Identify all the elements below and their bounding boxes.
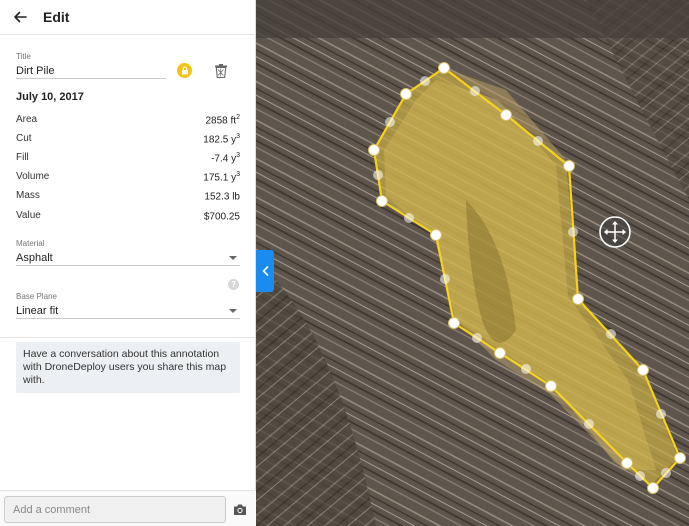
polygon-vertex — [563, 160, 575, 172]
polygon-vertex — [430, 229, 442, 241]
lock-icon[interactable] — [177, 63, 192, 78]
measure-label: Value — [16, 210, 41, 221]
polygon-vertex — [545, 380, 557, 392]
section-divider — [0, 337, 256, 338]
polygon-midpoint — [521, 364, 531, 374]
polygon-vertex — [494, 347, 506, 359]
polygon-midpoint — [440, 274, 450, 284]
map-view[interactable] — [256, 0, 689, 526]
measure-value: $700.25 — [203, 211, 240, 223]
material-select[interactable]: Asphalt — [16, 250, 240, 266]
polygon-vertex — [500, 109, 512, 121]
polygon-midpoint — [656, 409, 666, 419]
polygon-midpoint — [606, 329, 616, 339]
back-arrow-icon[interactable] — [13, 8, 31, 26]
polygon-vertex — [400, 88, 412, 100]
title-input[interactable] — [16, 63, 166, 79]
measure-value: -7.4 y3 — [211, 152, 240, 165]
chevron-left-icon — [261, 266, 268, 276]
measure-value: 2858 ft2 — [205, 114, 241, 127]
polygon-midpoint — [661, 468, 671, 478]
measure-value: 182.5 y3 — [203, 133, 240, 146]
base-plane-select[interactable]: Linear fit — [16, 303, 240, 319]
base-plane-value: Linear fit — [16, 304, 59, 317]
measure-value: 152.3 lb — [204, 191, 240, 203]
terrain-imagery — [256, 0, 689, 38]
chevron-down-icon — [229, 308, 237, 313]
polygon-vertex — [637, 364, 649, 376]
measure-row-volume: Volume 175.1 y3 — [16, 171, 240, 185]
polygon-vertex — [376, 195, 388, 207]
move-handle-icon — [599, 216, 631, 248]
conversation-info: Have a conversation about this annotatio… — [16, 342, 240, 393]
polygon-vertex — [438, 62, 450, 74]
material-label: Material — [16, 239, 45, 248]
title-label: Title — [16, 52, 31, 61]
comment-bar — [0, 490, 256, 526]
polygon-midpoint — [420, 76, 430, 86]
measure-row-fill: Fill -7.4 y3 — [16, 152, 240, 166]
measure-label: Cut — [16, 133, 32, 144]
polygon-vertex — [647, 482, 659, 494]
measure-label: Mass — [16, 190, 40, 201]
measure-row-area: Area 2858 ft2 — [16, 114, 240, 128]
polygon-vertex — [368, 144, 380, 156]
trash-icon[interactable] — [213, 63, 229, 79]
measure-row-cut: Cut 182.5 y3 — [16, 133, 240, 147]
camera-icon[interactable] — [233, 503, 247, 516]
polygon-midpoint — [385, 117, 395, 127]
comment-input[interactable] — [4, 496, 226, 523]
polygon-vertex — [448, 317, 460, 329]
header-divider — [0, 34, 256, 35]
measure-row-value: Value $700.25 — [16, 210, 240, 224]
polygon-midpoint — [568, 227, 578, 237]
base-plane-label: Base Plane — [16, 292, 57, 301]
polygon-vertex — [621, 457, 633, 469]
polygon-midpoint — [472, 333, 482, 343]
panel-title: Edit — [43, 9, 70, 25]
material-value: Asphalt — [16, 251, 53, 264]
panel-header: Edit — [0, 0, 255, 34]
help-icon[interactable]: ? — [228, 279, 239, 290]
annotation-date: July 10, 2017 — [16, 91, 84, 103]
edit-panel: Edit Title July 10, 2017 Area 2858 ft2 C… — [0, 0, 256, 526]
polygon-vertex — [674, 452, 686, 464]
polygon-midpoint — [404, 213, 414, 223]
polygon-midpoint — [470, 86, 480, 96]
chevron-down-icon — [229, 255, 237, 260]
polygon-midpoint — [584, 419, 594, 429]
polygon-midpoint — [373, 170, 383, 180]
polygon-midpoint — [635, 471, 645, 481]
polygon-midpoint — [533, 136, 543, 146]
measure-label: Fill — [16, 152, 29, 163]
collapse-panel-button[interactable] — [256, 250, 274, 292]
measure-label: Volume — [16, 171, 50, 182]
measure-value: 175.1 y3 — [203, 171, 240, 184]
measure-label: Area — [16, 114, 38, 125]
polygon-vertex — [572, 293, 584, 305]
measure-row-mass: Mass 152.3 lb — [16, 190, 240, 204]
